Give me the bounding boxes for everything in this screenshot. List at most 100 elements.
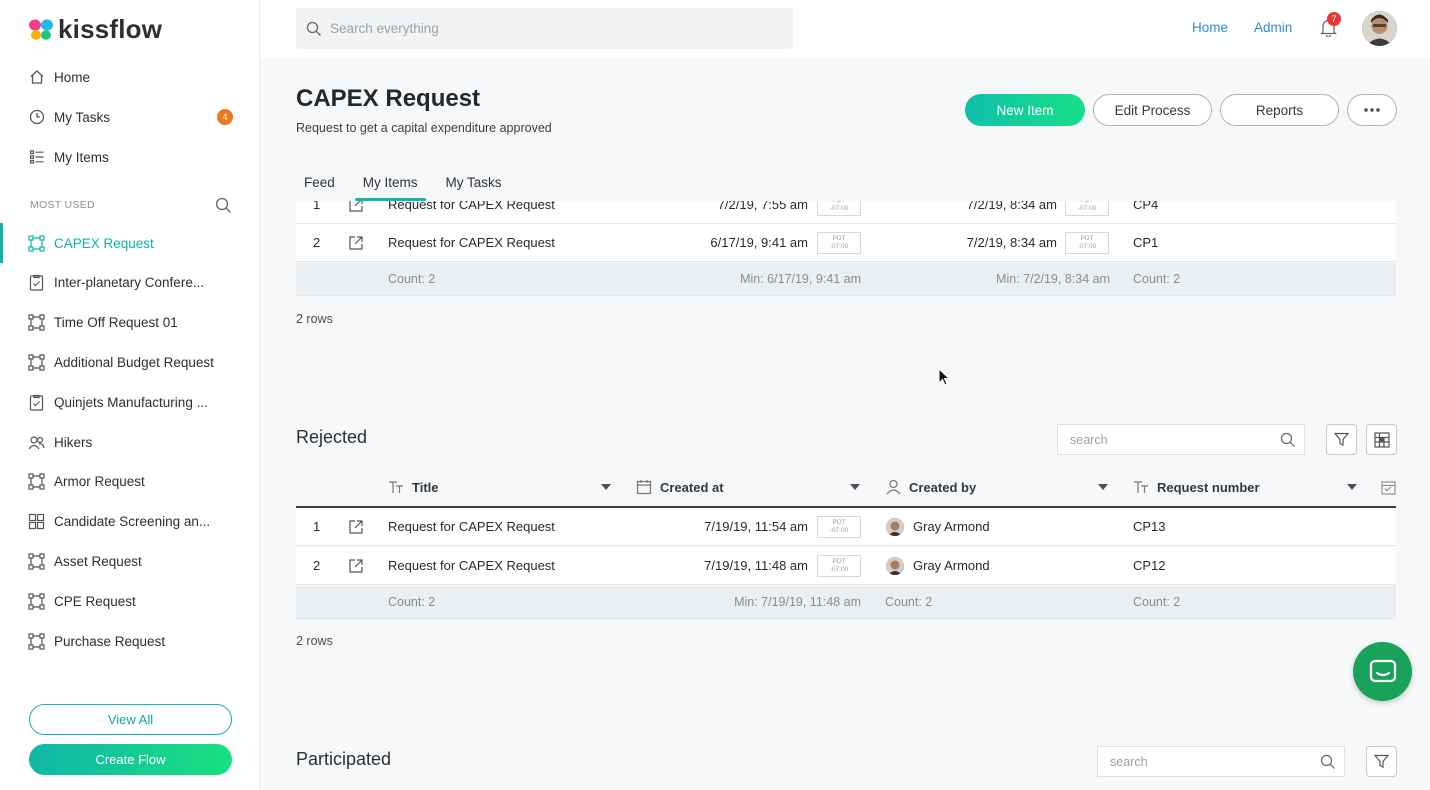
timezone-tag: PDT-07:00 xyxy=(817,201,861,216)
count-summary: Count: 2 xyxy=(388,272,436,286)
view-all-button[interactable]: View All xyxy=(29,704,232,735)
reports-button[interactable]: Reports xyxy=(1220,94,1339,126)
home-link[interactable]: Home xyxy=(1192,20,1228,35)
calendar-icon xyxy=(636,480,652,495)
rejected-search-input[interactable] xyxy=(1070,432,1250,447)
global-search[interactable] xyxy=(296,8,793,49)
sidebar-flow-item[interactable]: CAPEX Request xyxy=(0,223,260,263)
sidebar-flow-item[interactable]: Inter-planetary Confere... xyxy=(0,267,260,299)
count-summary: Count: 2 xyxy=(1133,595,1181,609)
checklist-icon xyxy=(28,274,45,291)
chevron-down-icon[interactable] xyxy=(601,484,611,490)
row-number: 1 xyxy=(313,201,321,212)
page-title: CAPEX Request xyxy=(296,85,481,112)
filter-button[interactable] xyxy=(1326,424,1357,455)
item-title[interactable]: Request for CAPEX Request xyxy=(388,508,555,545)
sidebar-item-home[interactable]: Home xyxy=(0,61,260,93)
chevron-down-icon[interactable] xyxy=(850,484,860,490)
sidebar-flow-item[interactable]: Purchase Request xyxy=(0,625,260,657)
flow-icon xyxy=(28,354,45,371)
min-created-summary: Min: 6/17/19, 9:41 am xyxy=(740,272,861,286)
more-dots-icon xyxy=(1364,108,1380,112)
kissflow-logo[interactable]: kissflow xyxy=(28,14,162,45)
chevron-down-icon[interactable] xyxy=(1098,484,1108,490)
filter-button[interactable] xyxy=(1366,746,1397,777)
sidebar-item-my-tasks[interactable]: My Tasks 4 xyxy=(0,101,260,133)
sidebar-item-label: Time Off Request 01 xyxy=(54,315,178,331)
flow-icon xyxy=(28,314,45,331)
create-flow-button[interactable]: Create Flow xyxy=(29,744,232,775)
user-avatar[interactable] xyxy=(1362,11,1397,46)
sidebar-flow-item[interactable]: Quinjets Manufacturing ... xyxy=(0,386,260,418)
timezone-tag: PDT-07:00 xyxy=(817,232,861,254)
table-row[interactable]: 2 Request for CAPEX Request 6/17/19, 9:4… xyxy=(296,224,1396,262)
tz-offset: -07:00 xyxy=(1077,243,1097,250)
column-header-request-number[interactable]: Request number xyxy=(1133,468,1260,506)
flow-icon xyxy=(28,593,45,610)
sidebar-flow-item[interactable]: Armor Request xyxy=(0,466,260,498)
admin-link[interactable]: Admin xyxy=(1254,20,1292,35)
sidebar-item-label: Candidate Screening an... xyxy=(54,514,211,530)
column-header-created-by[interactable]: Created by xyxy=(886,468,976,506)
table-row[interactable]: 1 Request for CAPEX Request 7/19/19, 11:… xyxy=(296,508,1396,546)
open-item-icon[interactable] xyxy=(348,547,364,584)
column-header-title[interactable]: Title xyxy=(388,468,439,506)
timezone-tag: PDT-07:00 xyxy=(817,516,861,538)
edit-process-button[interactable]: Edit Process xyxy=(1093,94,1212,126)
search-icon[interactable] xyxy=(215,197,232,219)
created-at: 6/17/19, 9:41 am xyxy=(710,235,808,250)
sidebar-flow-item[interactable]: Time Off Request 01 xyxy=(0,307,260,339)
request-number: CP4 xyxy=(1133,201,1159,212)
created-by: Gray Armond xyxy=(886,508,990,545)
butterfly-logo-icon xyxy=(29,19,53,40)
open-item-icon[interactable] xyxy=(348,508,364,545)
tz-label: PDT xyxy=(1080,235,1094,242)
tab-my-items[interactable]: My Items xyxy=(354,173,426,201)
column-label: Title xyxy=(412,479,439,495)
sidebar-item-label: Home xyxy=(54,69,91,85)
tab-my-tasks[interactable]: My Tasks xyxy=(438,173,510,201)
chevron-down-icon[interactable] xyxy=(1347,484,1357,490)
created-at: 7/19/19, 11:48 am xyxy=(704,558,808,573)
tab-bar: Feed My Items My Tasks xyxy=(296,173,522,201)
sidebar-flow-item[interactable]: Additional Budget Request xyxy=(0,346,260,378)
more-options-button[interactable] xyxy=(1347,94,1397,126)
participated-search-input[interactable] xyxy=(1110,754,1290,769)
flow-icon xyxy=(28,553,45,570)
table-row[interactable]: 1 Request for CAPEX Request 7/2/19, 7:55… xyxy=(296,201,1396,224)
sidebar-item-label: My Tasks xyxy=(54,109,111,125)
sidebar-flow-item[interactable]: Asset Request xyxy=(0,545,260,577)
rejected-section-title: Rejected xyxy=(296,427,368,447)
users-icon xyxy=(28,434,45,451)
table-row[interactable]: 2 Request for CAPEX Request 7/19/19, 11:… xyxy=(296,547,1396,585)
column-header-created-at[interactable]: Created at xyxy=(636,468,724,506)
item-title[interactable]: Request for CAPEX Request xyxy=(388,224,555,261)
sidebar-item-my-items[interactable]: My Items xyxy=(0,141,260,173)
item-title[interactable]: Request for CAPEX Request xyxy=(388,547,555,584)
participated-search[interactable] xyxy=(1097,746,1345,777)
new-item-button[interactable]: New Item xyxy=(965,94,1085,126)
item-title[interactable]: Request for CAPEX Request xyxy=(388,201,555,223)
count-summary: Count: 2 xyxy=(388,595,436,609)
global-search-input[interactable] xyxy=(330,21,770,36)
rejected-table: Title Created at Created by Request numb… xyxy=(296,468,1396,620)
tz-offset: -07:00 xyxy=(829,243,849,250)
request-number: CP13 xyxy=(1133,519,1166,534)
column-settings-button[interactable] xyxy=(1366,424,1397,455)
request-number: CP12 xyxy=(1133,558,1166,573)
brand-name: kissflow xyxy=(58,14,163,44)
rejected-search[interactable] xyxy=(1057,424,1305,455)
count-summary: Count: 2 xyxy=(885,595,933,609)
sidebar-flow-item[interactable]: Hikers xyxy=(0,426,260,458)
sidebar-flow-item[interactable]: CPE Request xyxy=(0,585,260,617)
text-type-icon xyxy=(389,481,403,493)
chat-launcher-button[interactable] xyxy=(1353,642,1412,701)
sidebar-flow-item[interactable]: Candidate Screening an... xyxy=(0,506,260,538)
open-item-icon[interactable] xyxy=(348,201,364,223)
open-item-icon[interactable] xyxy=(348,224,364,261)
list-icon xyxy=(28,149,45,166)
tz-offset: -07:00 xyxy=(829,566,849,573)
tab-feed[interactable]: Feed xyxy=(296,173,343,201)
table-footer: Count: 2 Min: 6/17/19, 9:41 am Min: 7/2/… xyxy=(296,263,1396,296)
chat-icon xyxy=(1369,659,1396,682)
